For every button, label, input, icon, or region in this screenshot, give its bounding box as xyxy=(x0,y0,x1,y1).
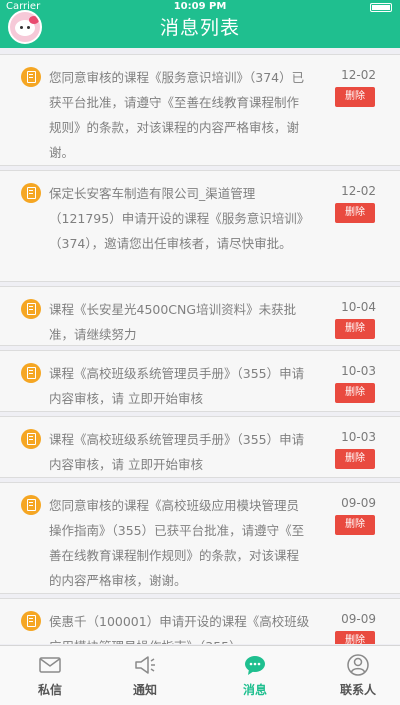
message-text: 保定长安客车制造有限公司_渠道管理（121795）申请开设的课程《服务意识培训》… xyxy=(49,186,310,251)
page-title: 消息列表 xyxy=(159,17,240,39)
document-icon xyxy=(21,611,41,631)
delete-button[interactable]: 删除 xyxy=(335,87,375,107)
message-date: 10-03 xyxy=(341,430,376,444)
list-item[interactable]: 课程《长安星光4500CNG培训资料》未获批准，请继续努力 10-04 删除 xyxy=(0,286,400,346)
list-item[interactable]: 您同意审核的课程《服务意识培训》（374）已获平台批准，请遵守《至善在线教育课程… xyxy=(0,54,400,166)
status-bar: Carrier 10:09 PM xyxy=(0,0,400,14)
message-date: 10-03 xyxy=(341,364,376,378)
list-item[interactable]: 保定长安客车制造有限公司_渠道管理（121795）申请开设的课程《服务意识培训》… xyxy=(0,170,400,282)
message-text: 您同意审核的课程《高校班级应用模块管理员操作指南》（355）已获平台批准，请遵守… xyxy=(49,498,305,588)
message-text: 课程《高校班级系统管理员手册》（355）申请内容审核，请 立即开始审核 xyxy=(49,432,305,472)
tab-bar: 私信 通知 消息 联系人 xyxy=(0,645,400,705)
message-text: 课程《长安星光4500CNG培训资料》未获批准，请继续努力 xyxy=(49,302,297,342)
status-time: 10:09 PM xyxy=(173,1,227,12)
envelope-icon xyxy=(39,657,61,673)
document-icon xyxy=(21,495,41,515)
tab-messages[interactable]: 消息 xyxy=(205,646,305,705)
message-date: 12-02 xyxy=(341,68,376,82)
person-icon xyxy=(347,654,369,676)
message-date: 09-09 xyxy=(341,612,376,626)
document-icon xyxy=(21,67,41,87)
tab-label: 消息 xyxy=(242,683,267,697)
tab-label: 联系人 xyxy=(339,683,376,697)
delete-button[interactable]: 删除 xyxy=(335,203,375,223)
delete-button[interactable]: 删除 xyxy=(335,383,375,403)
megaphone-icon xyxy=(135,656,155,674)
header-bar: Carrier 10:09 PM 消息列表 xyxy=(0,0,400,48)
message-date: 12-02 xyxy=(341,184,376,198)
screen: Carrier 10:09 PM 消息列表 您同意审核的课程《服务意识培训》（3… xyxy=(0,0,400,705)
list-item[interactable]: 您同意审核的课程《高校班级应用模块管理员操作指南》（355）已获平台批准，请遵守… xyxy=(0,482,400,594)
delete-button[interactable]: 删除 xyxy=(335,319,375,339)
document-icon xyxy=(21,429,41,449)
tab-label: 通知 xyxy=(132,683,157,697)
delete-button[interactable]: 删除 xyxy=(335,449,375,469)
list-item[interactable]: 课程《高校班级系统管理员手册》（355）申请内容审核，请 立即开始审核 10-0… xyxy=(0,416,400,478)
message-date: 10-04 xyxy=(341,300,376,314)
message-text: 您同意审核的课程《服务意识培训》（374）已获平台批准，请遵守《至善在线教育课程… xyxy=(49,70,305,160)
tab-private-message[interactable]: 私信 xyxy=(0,646,100,705)
message-text: 课程《高校班级系统管理员手册》（355）申请内容审核，请 立即开始审核 xyxy=(49,366,305,406)
message-list[interactable]: 您同意审核的课程《服务意识培训》（374）已获平台批准，请遵守《至善在线教育课程… xyxy=(0,54,400,644)
tab-contacts[interactable]: 联系人 xyxy=(308,646,400,705)
document-icon xyxy=(21,183,41,203)
battery-icon xyxy=(370,3,392,12)
tab-label: 私信 xyxy=(37,683,62,697)
message-date: 09-09 xyxy=(341,496,376,510)
chat-bubble-icon xyxy=(245,656,265,675)
delete-button[interactable]: 删除 xyxy=(335,515,375,535)
list-item[interactable]: 课程《高校班级系统管理员手册》（355）申请内容审核，请 立即开始审核 10-0… xyxy=(0,350,400,412)
delete-button[interactable]: 删除 xyxy=(335,631,375,644)
tab-notice[interactable]: 通知 xyxy=(95,646,195,705)
list-item[interactable]: 侯惠千（100001）申请开设的课程《高校班级应用模块管理员操作指南》（355）… xyxy=(0,598,400,644)
document-icon xyxy=(21,363,41,383)
document-icon xyxy=(21,299,41,319)
message-text: 侯惠千（100001）申请开设的课程《高校班级应用模块管理员操作指南》（355） xyxy=(49,614,310,644)
